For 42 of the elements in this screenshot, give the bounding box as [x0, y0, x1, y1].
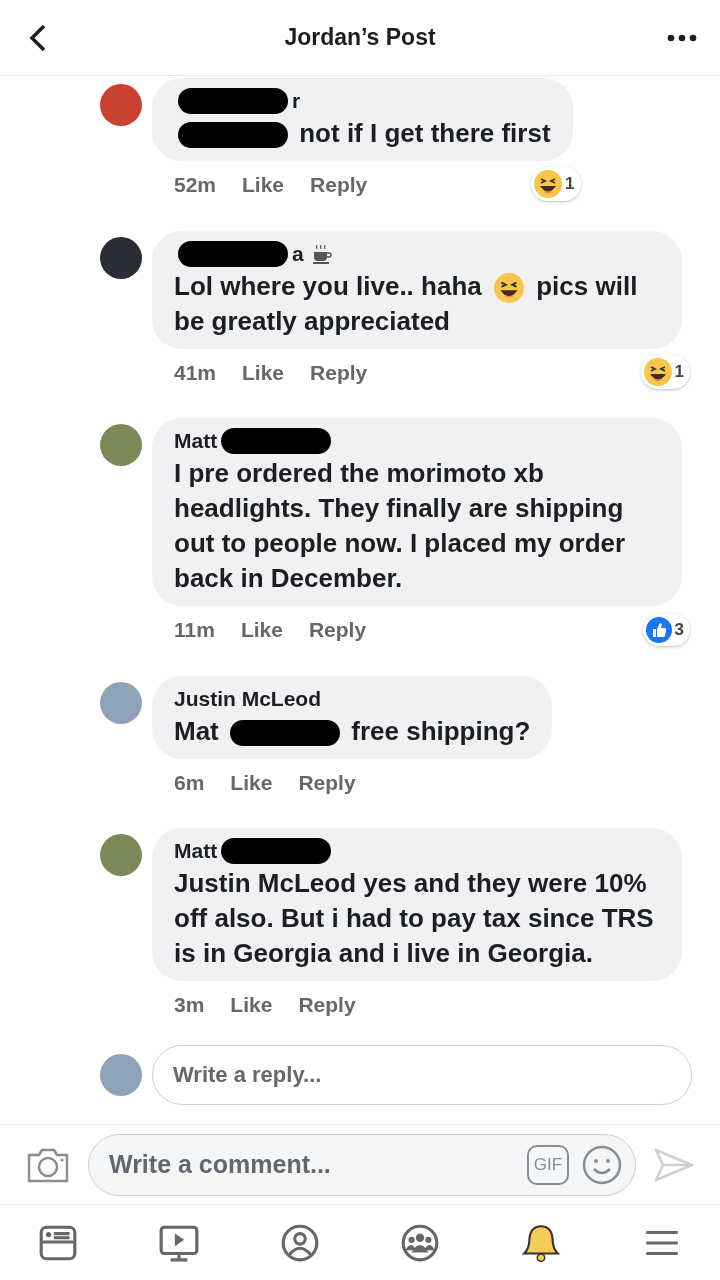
comment-time: 6m	[174, 769, 205, 796]
commenter-name[interactable]: Justin McLeod	[174, 683, 321, 714]
laughing-emoji-icon	[493, 271, 525, 304]
reaction-badge[interactable]: 1	[531, 167, 581, 201]
emoji-icon[interactable]	[581, 1143, 623, 1186]
thumbs-up-icon	[644, 616, 673, 645]
commenter-name[interactable]: r	[292, 86, 301, 116]
comment-input-field[interactable]: Write a comment... GIF	[88, 1133, 636, 1196]
comment-text: free shipping?	[351, 715, 531, 746]
comment-text: pics will	[536, 270, 638, 301]
avatar-photo-placeholder[interactable]	[100, 236, 142, 279]
comment-text: I pre ordered the morimoto xb headlights. They finally are shipping out to people now. I placed my order back in December.	[174, 458, 626, 594]
comment-text: be greatly appreciated	[174, 305, 450, 336]
comment-text: Mat	[174, 715, 219, 746]
like-link[interactable]: Like	[240, 614, 283, 646]
reply-link[interactable]: Reply	[308, 614, 367, 646]
commenter-name[interactable]: Matt	[174, 836, 218, 867]
laughing-emoji-icon	[533, 169, 564, 199]
reply-link[interactable]: Reply	[298, 766, 356, 799]
laughing-emoji-icon	[642, 356, 673, 387]
comment-time: 52m	[174, 172, 217, 198]
reply-link[interactable]: Reply	[310, 356, 368, 389]
post-title: Jordan’s Post	[284, 23, 436, 53]
like-link[interactable]: Like	[242, 356, 285, 389]
coffee-cup-icon	[311, 242, 332, 265]
like-link[interactable]: Like	[230, 766, 273, 799]
reply-link[interactable]: Reply	[298, 989, 356, 1021]
reaction-badge[interactable]: 3	[642, 614, 690, 647]
reply-input-field[interactable]: Write a reply...	[152, 1044, 692, 1105]
reaction-badge[interactable]: 1	[640, 354, 690, 389]
commenter-name[interactable]: a	[292, 238, 304, 269]
comment-text: Justin McLeod yes and they were 10% off also. But i had to pay tax since TRS is in Georgia and i live in Georgia.	[174, 868, 654, 969]
gif-button[interactable]: GIF	[527, 1144, 569, 1185]
like-link[interactable]: Like	[242, 169, 285, 201]
comment-time: 41m	[174, 359, 217, 386]
commenter-name[interactable]: Matt	[174, 426, 218, 457]
comment-text: Lol where you live.. haha	[174, 270, 482, 301]
comment-time: 11m	[174, 617, 215, 644]
like-link[interactable]: Like	[230, 989, 273, 1021]
comment-time: 3m	[174, 992, 205, 1019]
comment-text: not if I get there first	[299, 118, 551, 148]
reply-link[interactable]: Reply	[310, 169, 368, 201]
